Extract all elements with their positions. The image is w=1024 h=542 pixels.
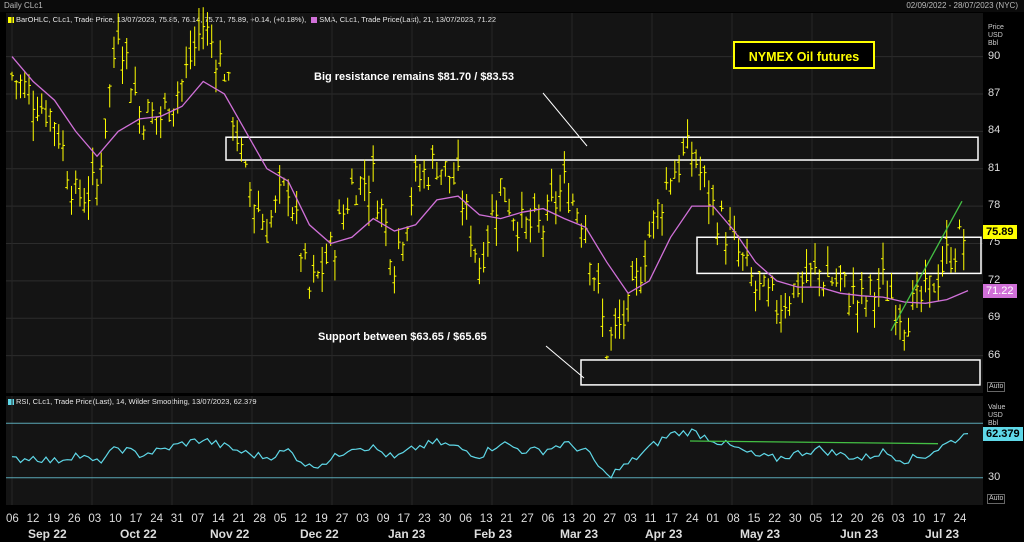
x-day-label: 21 — [232, 513, 246, 525]
x-day-label: 03 — [624, 513, 637, 525]
support-annotation: Support between $63.65 / $65.65 — [318, 331, 487, 343]
x-day-label: 03 — [356, 513, 369, 525]
x-day-label: 17 — [397, 513, 411, 525]
price-tick-label: 81 — [988, 161, 1001, 174]
x-day-label: 05 — [273, 513, 287, 525]
x-day-label: 26 — [871, 513, 884, 525]
x-day-label: 27 — [521, 513, 534, 525]
x-day-label: 21 — [500, 513, 514, 525]
x-day-label: 12 — [830, 513, 843, 525]
x-month-label: Oct 22 — [120, 527, 157, 541]
price-tick-label: 66 — [988, 348, 1001, 361]
x-day-label: 07 — [191, 513, 205, 525]
x-day-label: 03 — [88, 513, 102, 525]
x-day-label: 30 — [438, 513, 452, 525]
price-tick-label: 69 — [988, 311, 1001, 324]
x-day-label: 20 — [850, 513, 864, 525]
rsi-tick-label: 30 — [988, 470, 1001, 483]
x-day-label: 13 — [562, 513, 575, 525]
x-day-label: 10 — [109, 513, 122, 525]
x-day-label: 12 — [26, 513, 40, 525]
support-pointer — [545, 345, 585, 379]
x-day-label: 31 — [170, 513, 184, 525]
x-month-label: Nov 22 — [210, 527, 250, 541]
sma-value-tag: 71.22 — [983, 283, 1017, 298]
x-month-label: Jul 23 — [925, 527, 960, 541]
resistance-pointer — [542, 92, 588, 147]
x-day-label: 09 — [376, 513, 390, 525]
x-day-label: 13 — [479, 513, 493, 525]
x-day-label: 23 — [418, 513, 431, 525]
x-month-label: May 23 — [740, 527, 781, 541]
x-day-label: 06 — [459, 513, 472, 525]
x-day-label: 12 — [294, 513, 308, 525]
x-month-label: Jun 23 — [840, 527, 879, 541]
x-day-label: 30 — [788, 513, 802, 525]
x-day-label: 10 — [912, 513, 926, 525]
rsi-value-tag: 62.379 — [983, 426, 1023, 441]
x-day-label: 08 — [727, 513, 740, 525]
x-day-label: 06 — [6, 513, 19, 525]
resistance-zone-box — [225, 136, 979, 161]
x-day-label: 17 — [665, 513, 678, 525]
x-day-label: 19 — [47, 513, 60, 525]
x-day-label: 20 — [582, 513, 596, 525]
x-day-label: 27 — [335, 513, 349, 525]
x-day-label: 22 — [768, 513, 781, 525]
support-zone-box — [580, 359, 981, 386]
x-month-label: Feb 23 — [474, 527, 513, 541]
rsi-line — [11, 428, 969, 479]
last-price-tag: 75.89 — [983, 225, 1017, 240]
price-tick-label: 87 — [988, 86, 1001, 99]
x-day-label: 24 — [150, 513, 163, 525]
x-day-label: 03 — [891, 513, 905, 525]
x-month-label: Jan 23 — [388, 527, 426, 541]
x-month-label: Mar 23 — [560, 527, 599, 541]
x-day-label: 01 — [706, 513, 720, 525]
x-day-label: 24 — [953, 513, 967, 525]
x-month-label: Sep 22 — [28, 527, 67, 541]
x-day-label: 14 — [212, 513, 225, 525]
price-tick-label: 84 — [988, 124, 1001, 137]
price-tick-label: 90 — [988, 49, 1001, 62]
x-day-label: 05 — [809, 513, 823, 525]
x-month-label: Apr 23 — [645, 527, 683, 541]
x-month-label: Dec 22 — [300, 527, 339, 541]
instrument-badge: NYMEX Oil futures — [733, 41, 875, 69]
x-day-label: 24 — [685, 513, 699, 525]
x-day-label: 06 — [541, 513, 555, 525]
price-tick-label: 78 — [988, 199, 1001, 212]
x-day-label: 27 — [603, 513, 617, 525]
x-day-label: 11 — [644, 513, 657, 525]
x-day-label: 26 — [67, 513, 81, 525]
x-day-label: 17 — [129, 513, 143, 525]
x-day-label: 28 — [253, 513, 266, 525]
resistance-annotation: Big resistance remains $81.70 / $83.53 — [314, 71, 514, 83]
x-day-label: 15 — [747, 513, 761, 525]
x-day-label: 17 — [933, 513, 946, 525]
x-day-label: 19 — [315, 513, 328, 525]
